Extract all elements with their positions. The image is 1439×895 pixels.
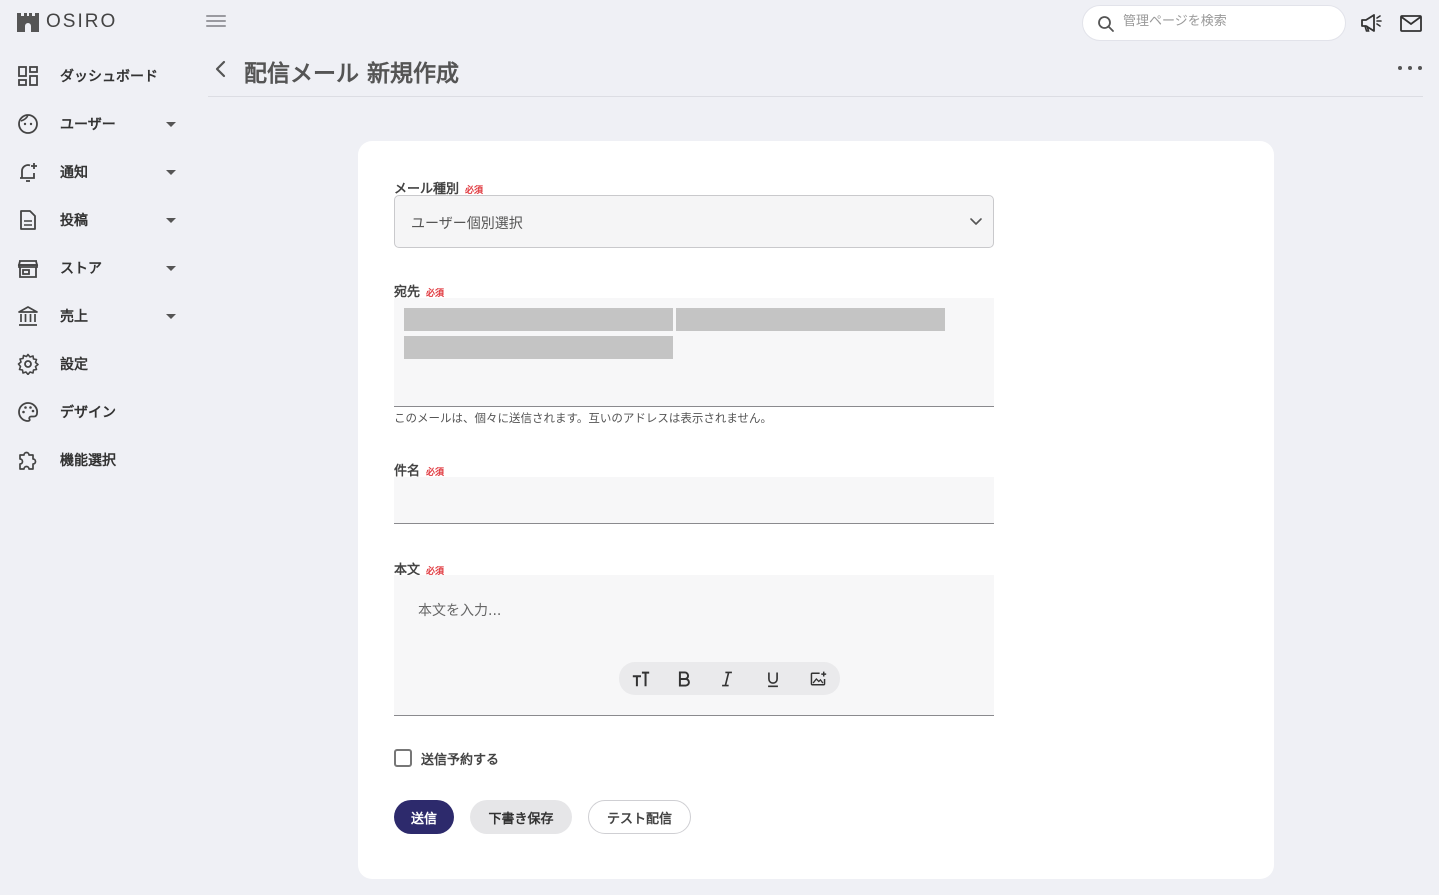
- caret-down-icon: [166, 169, 176, 175]
- document-icon: [17, 209, 39, 231]
- sidebar-item-label: デザイン: [60, 405, 116, 421]
- sidebar-item-posts[interactable]: 投稿: [0, 196, 200, 244]
- search-icon: [1098, 16, 1114, 32]
- page-title: 配信メール 新規作成: [244, 61, 460, 87]
- sidebar-item-label: ストア: [60, 261, 102, 277]
- gear-icon: [17, 353, 39, 376]
- subject-input[interactable]: [394, 477, 994, 523]
- caret-down-icon: [166, 265, 176, 271]
- sidebar-item-dashboard[interactable]: ダッシュボード: [0, 52, 200, 100]
- sidebar: ダッシュボード ユーザー 通知 投稿 ストア 売上 設定 デザイン 機能選択: [0, 52, 200, 484]
- puzzle-icon: [17, 449, 39, 471]
- palette-icon: [17, 401, 39, 423]
- bank-icon: [17, 305, 39, 327]
- notification-bell-icon: [17, 161, 39, 183]
- search-box[interactable]: [1082, 5, 1346, 41]
- search-input[interactable]: [1123, 14, 1333, 29]
- sidebar-item-label: 投稿: [60, 213, 88, 229]
- caret-down-icon: [166, 313, 176, 319]
- sidebar-item-label: ユーザー: [60, 117, 116, 133]
- italic-icon[interactable]: [716, 668, 738, 690]
- sidebar-item-design[interactable]: デザイン: [0, 388, 200, 436]
- mail-form-card: メール種別 必須 ユーザー個別選択 宛先 必須 このメールは、個々に送信されます…: [358, 141, 1274, 879]
- store-icon: [17, 257, 39, 279]
- send-button[interactable]: 送信: [394, 800, 454, 834]
- sidebar-item-notifications[interactable]: 通知: [0, 148, 200, 196]
- body-placeholder: 本文を入力...: [418, 603, 502, 619]
- recipient-chip-redacted[interactable]: [676, 308, 945, 331]
- text-size-icon[interactable]: [630, 668, 652, 690]
- app-logo[interactable]: OSIRO: [16, 11, 117, 33]
- megaphone-icon[interactable]: [1359, 12, 1383, 34]
- mail-type-value: ユーザー個別選択: [411, 216, 523, 232]
- underline-icon[interactable]: [762, 668, 784, 690]
- sidebar-item-label: 設定: [60, 357, 88, 373]
- schedule-checkbox-label[interactable]: 送信予約する: [421, 749, 499, 768]
- sidebar-item-features[interactable]: 機能選択: [0, 436, 200, 484]
- caret-down-icon: [166, 217, 176, 223]
- sidebar-item-label: 通知: [60, 165, 88, 181]
- subject-field[interactable]: [394, 477, 994, 524]
- caret-down-icon: [166, 121, 176, 127]
- recipients-helper-text: このメールは、個々に送信されます。互いのアドレスは表示されません。: [394, 411, 773, 425]
- sidebar-item-store[interactable]: ストア: [0, 244, 200, 292]
- chevron-down-icon: [970, 218, 982, 225]
- mail-icon[interactable]: [1399, 12, 1423, 34]
- sidebar-item-settings[interactable]: 設定: [0, 340, 200, 388]
- save-draft-button[interactable]: 下書き保存: [470, 800, 572, 834]
- schedule-checkbox[interactable]: [394, 749, 412, 767]
- header-divider: [208, 96, 1423, 97]
- logo-text: OSIRO: [46, 11, 118, 32]
- sidebar-item-users[interactable]: ユーザー: [0, 100, 200, 148]
- dashboard-icon: [17, 65, 39, 87]
- mail-type-select[interactable]: ユーザー個別選択: [394, 195, 994, 248]
- insert-image-icon[interactable]: [807, 668, 829, 690]
- back-arrow-icon[interactable]: [211, 58, 231, 80]
- sidebar-item-label: 機能選択: [60, 453, 116, 469]
- recipients-field[interactable]: [394, 298, 994, 407]
- formatting-toolbar: [619, 662, 840, 695]
- sidebar-item-sales[interactable]: 売上: [0, 292, 200, 340]
- menu-toggle-icon[interactable]: [206, 12, 226, 32]
- castle-logo-icon: [17, 13, 39, 32]
- recipient-chip-redacted[interactable]: [404, 336, 673, 359]
- user-face-icon: [17, 113, 39, 135]
- recipient-chip-redacted[interactable]: [404, 308, 673, 331]
- body-editor[interactable]: 本文を入力...: [394, 575, 994, 716]
- bold-icon[interactable]: [673, 668, 695, 690]
- test-send-button[interactable]: テスト配信: [588, 800, 691, 834]
- sidebar-item-label: 売上: [60, 309, 88, 325]
- more-options-icon[interactable]: [1398, 62, 1422, 74]
- sidebar-item-label: ダッシュボード: [60, 69, 158, 85]
